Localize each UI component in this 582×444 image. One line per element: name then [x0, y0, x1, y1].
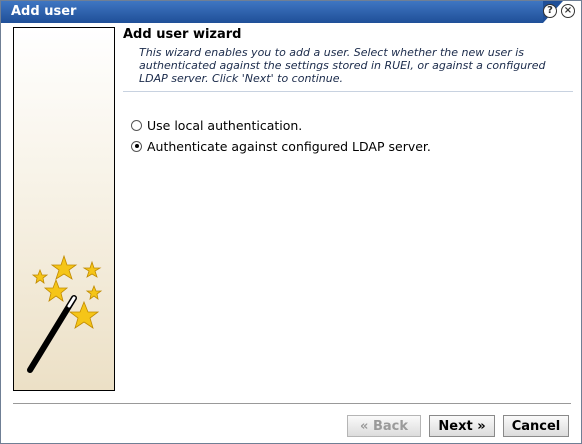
- auth-options: Use local authentication. Authenticate a…: [131, 117, 573, 154]
- title-tab: Add user: [1, 1, 563, 23]
- wizard-image-panel: [13, 27, 115, 391]
- wizard-content: Add user wizard This wizard enables you …: [123, 27, 573, 159]
- wizard-description: This wizard enables you to add a user. S…: [123, 46, 573, 92]
- back-button[interactable]: « Back: [347, 415, 421, 437]
- option-local-auth-label: Use local authentication.: [147, 117, 303, 133]
- close-icon[interactable]: ×: [561, 4, 575, 18]
- option-ldap-auth-label: Authenticate against configured LDAP ser…: [147, 138, 431, 154]
- next-button[interactable]: Next »: [429, 415, 495, 437]
- window-title: Add user: [11, 4, 77, 19]
- cancel-button[interactable]: Cancel: [503, 415, 569, 437]
- radio-ldap-auth[interactable]: [131, 140, 142, 152]
- wizard-heading: Add user wizard: [123, 27, 242, 42]
- magic-wand-stars-icon: [27, 254, 103, 373]
- button-row: « Back Next » Cancel: [347, 415, 569, 437]
- help-icon[interactable]: ?: [543, 4, 557, 18]
- button-divider: [13, 403, 571, 405]
- option-local-auth[interactable]: Use local authentication.: [131, 117, 573, 133]
- radio-local-auth[interactable]: [131, 119, 142, 131]
- option-ldap-auth[interactable]: Authenticate against configured LDAP ser…: [131, 138, 573, 154]
- title-bar: Add user ? ×: [1, 1, 581, 23]
- add-user-dialog: Add user ? × Add user wizard This wizard…: [0, 0, 582, 444]
- title-icons: ? ×: [543, 4, 575, 18]
